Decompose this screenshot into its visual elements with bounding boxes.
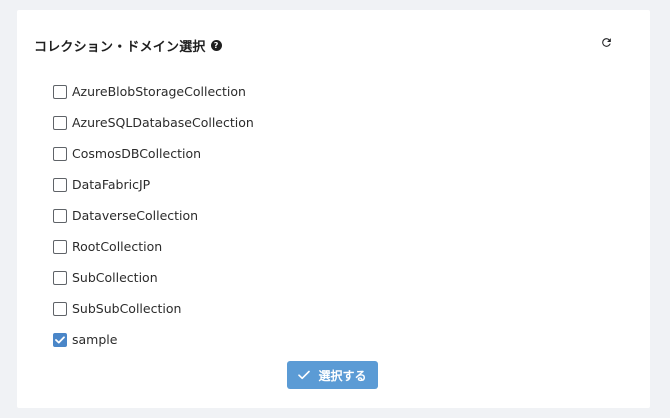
collection-item[interactable]: DataverseCollection [53,200,254,231]
question-circle-icon[interactable]: ? [210,40,222,51]
checkbox[interactable] [53,84,67,99]
collection-item[interactable]: SubSubCollection [53,293,254,324]
collection-item-label: SubSubCollection [72,301,182,316]
refresh-icon [601,37,611,47]
collection-item[interactable]: SubCollection [53,262,254,293]
collection-item-label: AzureSQLDatabaseCollection [72,115,254,130]
checkbox[interactable] [53,270,67,285]
collection-item-label: SubCollection [72,270,158,285]
select-button[interactable]: 選択する [287,361,378,389]
select-button-label: 選択する [318,368,367,383]
collection-item-label: DataFabricJP [72,177,151,192]
checkbox[interactable] [53,239,67,254]
collection-item[interactable]: AzureBlobStorageCollection [53,76,254,107]
collection-item[interactable]: AzureSQLDatabaseCollection [53,107,254,138]
collection-list: AzureBlobStorageCollection AzureSQLDataba… [53,76,254,355]
collection-item[interactable]: DataFabricJP [53,169,254,200]
collection-item-label: AzureBlobStorageCollection [72,84,246,99]
panel-header: コレクション・ドメイン選択 ? [34,36,222,55]
checkbox[interactable] [53,301,67,316]
collection-item[interactable]: sample [53,324,254,355]
panel-title: コレクション・ドメイン選択 [34,40,206,55]
checkbox[interactable] [53,208,67,223]
collection-item-label: DataverseCollection [72,208,199,223]
collection-item[interactable]: RootCollection [53,231,254,262]
collection-item-label: RootCollection [72,239,163,254]
collection-item[interactable]: CosmosDBCollection [53,138,254,169]
check-icon [298,370,311,380]
refresh-button[interactable] [599,35,613,49]
checkbox-checked[interactable] [53,332,67,347]
collection-item-label: CosmosDBCollection [72,146,202,161]
collection-domain-panel: コレクション・ドメイン選択 ? AzureBlobStorageCollecti… [17,10,650,408]
checkbox[interactable] [53,146,67,161]
checkbox[interactable] [53,177,67,192]
collection-item-label: sample [72,332,118,347]
checkbox[interactable] [53,115,67,130]
